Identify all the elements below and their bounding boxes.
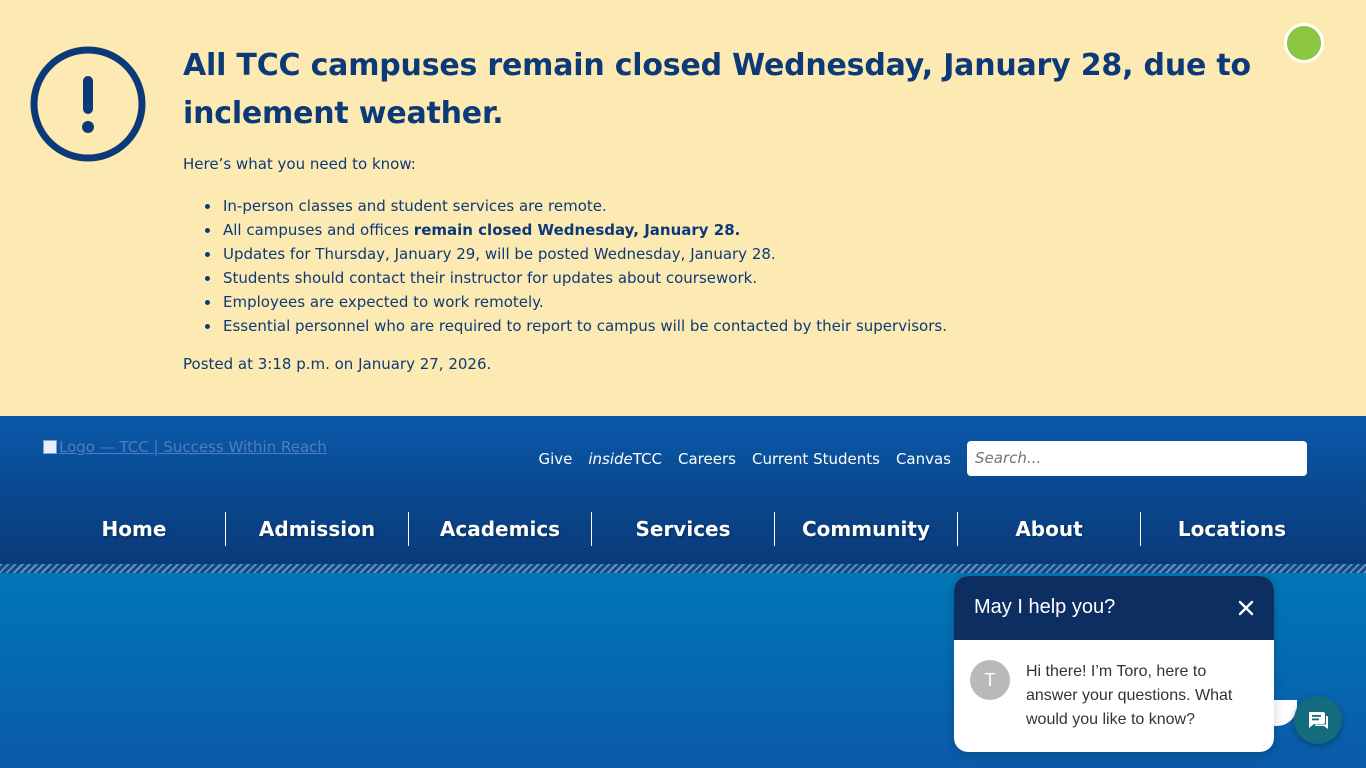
alert-banner: All TCC campuses remain closed Wednesday… xyxy=(0,0,1366,416)
careers-link[interactable]: Careers xyxy=(678,450,736,468)
site-header: Logo — TCC | Success Within Reach Give i… xyxy=(0,416,1366,564)
canvas-link[interactable]: Canvas xyxy=(896,450,951,468)
nav-services[interactable]: Services xyxy=(592,512,775,546)
chat-message: Hi there! I’m Toro, here to answer your … xyxy=(1026,663,1233,728)
list-item: Employees are expected to work remotely. xyxy=(205,290,947,314)
chat-header: May I help you? xyxy=(954,576,1274,640)
exclamation-circle-icon xyxy=(30,46,146,162)
broken-image-icon xyxy=(43,440,57,454)
nav-about[interactable]: About xyxy=(958,512,1141,546)
header-divider xyxy=(0,564,1366,573)
chat-launcher-button[interactable] xyxy=(1294,696,1342,744)
search-input[interactable] xyxy=(975,449,1275,467)
alert-title: All TCC campuses remain closed Wednesday… xyxy=(183,48,1251,131)
current-students-link[interactable]: Current Students xyxy=(752,450,880,468)
utility-nav: Give insideTCC Careers Current Students … xyxy=(538,450,951,468)
list-item: In-person classes and student services a… xyxy=(205,194,947,218)
main-nav: Home Admission Academics Services Commun… xyxy=(43,512,1323,546)
list-item: All campuses and offices remain closed W… xyxy=(205,218,947,242)
alert-list: In-person classes and student services a… xyxy=(205,194,947,338)
insidetcc-link[interactable]: insideTCC xyxy=(588,450,662,468)
nav-locations[interactable]: Locations xyxy=(1141,512,1323,546)
logo-link[interactable]: Logo — TCC | Success Within Reach xyxy=(43,438,327,456)
nav-admission[interactable]: Admission xyxy=(226,512,409,546)
nav-community[interactable]: Community xyxy=(775,512,958,546)
close-icon[interactable] xyxy=(1236,598,1256,618)
search-button[interactable] xyxy=(1284,23,1324,63)
list-item: Updates for Thursday, January 29, will b… xyxy=(205,242,947,266)
list-item: Essential personnel who are required to … xyxy=(205,314,947,338)
search-box xyxy=(967,441,1307,476)
chat-bubble-icon xyxy=(1309,712,1328,729)
chat-widget: May I help you? T Hi there! I’m Toro, he… xyxy=(954,576,1274,752)
nav-home[interactable]: Home xyxy=(43,512,226,546)
alert-intro: Here’s what you need to know: xyxy=(183,155,416,173)
chat-title: May I help you? xyxy=(974,596,1116,618)
nav-academics[interactable]: Academics xyxy=(409,512,592,546)
give-link[interactable]: Give xyxy=(538,450,572,468)
posted-timestamp: Posted at 3:18 p.m. on January 27, 2026. xyxy=(183,355,492,373)
avatar: T xyxy=(970,660,1010,700)
list-item: Students should contact their instructor… xyxy=(205,266,947,290)
